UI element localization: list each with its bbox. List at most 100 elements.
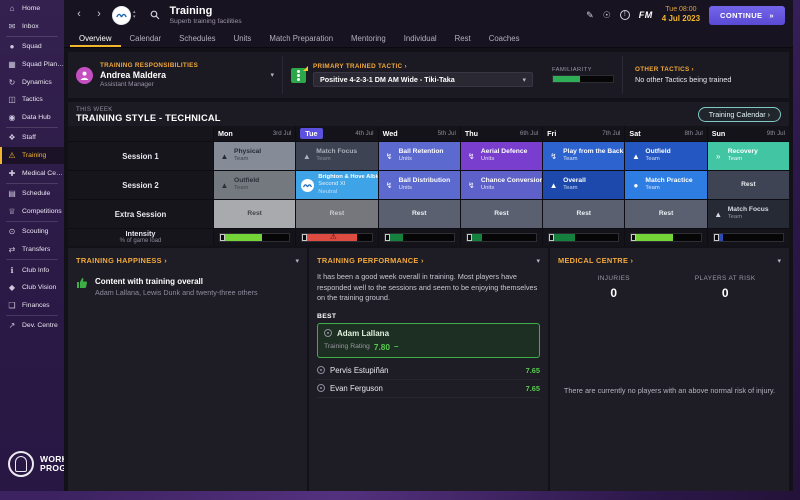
best-player-card[interactable]: Adam Lallana Training Rating 7.80 – bbox=[317, 322, 540, 358]
alerts-icon[interactable]: ! bbox=[619, 10, 630, 20]
session-title: Aerial Defence bbox=[480, 148, 528, 156]
sidebar-item-club-info[interactable]: ℹ Club Info bbox=[0, 261, 64, 279]
session-text: Match Focus Team bbox=[316, 148, 357, 163]
session-cell-outfield[interactable]: ▲ Outfield Team bbox=[625, 142, 707, 170]
session-cell-brighton-hove-albion[interactable]: Brighton & Hove AlbionSecond XINeutral bbox=[296, 171, 378, 199]
tab-match-preparation[interactable]: Match Preparation bbox=[260, 30, 342, 47]
day-header-wed[interactable]: Wed 5th Jul bbox=[378, 126, 460, 141]
tab-schedules[interactable]: Schedules bbox=[170, 30, 224, 47]
session-cell-rest[interactable]: Rest bbox=[707, 171, 789, 199]
search-icon[interactable] bbox=[150, 10, 160, 20]
sidebar-item-squad-planner[interactable]: ▦ Squad Planner bbox=[0, 56, 64, 74]
training-performance-link[interactable]: TRAINING PERFORMANCE › bbox=[317, 256, 424, 265]
session-cell-rest[interactable]: Rest bbox=[214, 200, 296, 228]
session-cell-match-focus[interactable]: ▲ Match Focus Team bbox=[707, 200, 789, 228]
sidebar-item-schedule[interactable]: ▤ Schedule bbox=[0, 185, 64, 203]
tab-calendar[interactable]: Calendar bbox=[121, 30, 171, 47]
continue-button[interactable]: CONTINUE» bbox=[709, 5, 785, 25]
sidebar-item-staff[interactable]: ❖ Staff bbox=[0, 129, 64, 147]
tactic-select[interactable]: Positive 4-2-3-1 DM AM Wide - Tiki-Taka … bbox=[313, 72, 533, 87]
chevron-down-icon[interactable]: ▾ bbox=[536, 257, 540, 265]
session-cell-aerial-defence[interactable]: ↯ Aerial Defence Units bbox=[460, 142, 543, 170]
sidebar-item-training[interactable]: ⚠ Training bbox=[0, 146, 64, 165]
medical-icon: ✚ bbox=[8, 168, 16, 178]
session-cell-chance-conversion[interactable]: ↯ Chance Conversion Units bbox=[460, 171, 543, 199]
tab-units[interactable]: Units bbox=[225, 30, 261, 47]
training-calendar-button[interactable]: Training Calendar › bbox=[697, 106, 781, 122]
intensity-bar[interactable] bbox=[712, 233, 784, 242]
session-title: Outfield bbox=[645, 148, 671, 156]
session-title: Ball Distribution bbox=[398, 177, 451, 185]
day-header-mon[interactable]: Mon 3rd Jul bbox=[214, 126, 296, 141]
session-cell-rest[interactable]: Rest bbox=[296, 200, 378, 228]
session-cell-play-from-the-back[interactable]: ↯ Play from the Back Team bbox=[543, 142, 625, 170]
session-cell-physical[interactable]: ▲ Physical Team bbox=[214, 142, 296, 170]
intensity-bar[interactable] bbox=[630, 233, 702, 242]
intensity-bar[interactable] bbox=[465, 233, 538, 242]
session-cell-match-focus[interactable]: ▲ Match Focus Team bbox=[296, 142, 378, 170]
sidebar-item-dynamics[interactable]: ↻ Dynamics bbox=[0, 73, 64, 91]
game-datetime[interactable]: Tue 08:00 4 Jul 2023 bbox=[662, 6, 700, 23]
chevron-down-icon[interactable]: ▾ bbox=[777, 257, 781, 265]
player-rating: 7.65 bbox=[525, 383, 540, 393]
training-responsibilities[interactable]: TRAINING RESPONSIBILITIES Andrea Maldera… bbox=[68, 62, 282, 88]
edit-icon[interactable]: ✎ bbox=[586, 10, 594, 21]
day-header-thu[interactable]: Thu 6th Jul bbox=[460, 126, 543, 141]
session-cell-ball-retention[interactable]: ↯ Ball Retention Units bbox=[378, 142, 460, 170]
sidebar-item-club-vision[interactable]: ◆ Club Vision bbox=[0, 279, 64, 297]
player-row-pervis-estupi-n[interactable]: Pervis Estupiñán 7.65 bbox=[317, 362, 540, 380]
intensity-bar[interactable] bbox=[383, 233, 455, 242]
sidebar-item-finances[interactable]: ❑ Finances bbox=[0, 297, 64, 315]
sidebar-item-data-hub[interactable]: ◉ Data Hub bbox=[0, 109, 64, 127]
sidebar-item-dev-centre[interactable]: ↗ Dev. Centre bbox=[0, 317, 64, 335]
club-switcher-icon[interactable]: ▴ ▾ bbox=[133, 10, 136, 20]
chevron-down-icon[interactable]: ▾ bbox=[295, 257, 299, 265]
session-cell-outfield[interactable]: ▲ Outfield Team bbox=[214, 171, 296, 199]
sidebar-item-scouting[interactable]: ⊙ Scouting bbox=[0, 223, 64, 241]
day-header-fri[interactable]: Fri 7th Jul bbox=[543, 126, 625, 141]
sidebar-item-transfers[interactable]: ⇄ Transfers bbox=[0, 241, 64, 259]
row-label-session-1: Session 1 bbox=[68, 142, 213, 170]
session-cell-rest[interactable]: Rest bbox=[460, 200, 543, 228]
club-badge-icon[interactable] bbox=[112, 5, 131, 25]
intensity-bar[interactable] bbox=[219, 233, 291, 242]
training-icon: ⚠ bbox=[8, 151, 16, 161]
sidebar-item-squad[interactable]: ● Squad bbox=[0, 38, 64, 56]
happiness-item[interactable]: Content with training overall Adam Lalla… bbox=[76, 277, 299, 297]
session-cell-recovery[interactable]: » Recovery Team bbox=[707, 142, 789, 170]
sidebar-item-medical-centre[interactable]: ✚ Medical Centre bbox=[0, 164, 64, 182]
day-header-sun[interactable]: Sun 9th Jul bbox=[707, 126, 789, 141]
session-cell-rest[interactable]: Rest bbox=[625, 200, 707, 228]
sidebar-item-label: Dev. Centre bbox=[22, 322, 58, 330]
sidebar-item-inbox[interactable]: ✉ Inbox bbox=[0, 18, 64, 36]
chevron-down-icon[interactable]: ▾ bbox=[270, 71, 274, 79]
intensity-bar[interactable] bbox=[548, 233, 620, 242]
nav-back-icon[interactable]: ‹ bbox=[72, 7, 86, 23]
medical-centre-link[interactable]: MEDICAL CENTRE › bbox=[558, 256, 633, 265]
session-cell-rest[interactable]: Rest bbox=[378, 200, 460, 228]
sidebar-item-tactics[interactable]: ◫ Tactics bbox=[0, 91, 64, 109]
nav-forward-icon[interactable]: › bbox=[92, 7, 106, 23]
session-cell-ball-distribution[interactable]: ↯ Ball Distribution Units bbox=[378, 171, 460, 199]
tab-individual[interactable]: Individual bbox=[395, 30, 446, 47]
intensity-bar[interactable]: ⚠ bbox=[301, 232, 373, 242]
player-row-evan-ferguson[interactable]: Evan Ferguson 7.65 bbox=[317, 380, 540, 398]
idea-icon[interactable]: ☉ bbox=[603, 10, 611, 21]
tab-mentoring[interactable]: Mentoring bbox=[342, 30, 395, 47]
bottom-panels: TRAINING HAPPINESS › ▾ Content with trai… bbox=[68, 248, 789, 491]
tab-coaches[interactable]: Coaches bbox=[480, 30, 529, 47]
session-cell-overall[interactable]: ▲ Overall Team bbox=[543, 171, 625, 199]
tab-rest[interactable]: Rest bbox=[446, 30, 480, 47]
sidebar-item-competitions[interactable]: ♕ Competitions bbox=[0, 203, 64, 221]
day-date: 3rd Jul bbox=[272, 130, 292, 137]
sidebar-item-home[interactable]: ⌂ Home bbox=[0, 0, 64, 18]
session-cell-match-practice[interactable]: ● Match Practice Team bbox=[625, 171, 707, 199]
session-cell-rest[interactable]: Rest bbox=[543, 200, 625, 228]
tab-overview[interactable]: Overview bbox=[70, 30, 121, 47]
medical-note: There are currently no players with an a… bbox=[563, 386, 776, 395]
day-header-sat[interactable]: Sat 8th Jul bbox=[625, 126, 707, 141]
day-header-tue[interactable]: Tue 4th Jul bbox=[296, 126, 378, 141]
other-tactics-link[interactable]: OTHER TACTICS › bbox=[635, 66, 694, 73]
training-happiness-link[interactable]: TRAINING HAPPINESS › bbox=[76, 256, 167, 265]
primary-tactic-link[interactable]: PRIMARY TRAINED TACTIC › bbox=[313, 63, 533, 70]
